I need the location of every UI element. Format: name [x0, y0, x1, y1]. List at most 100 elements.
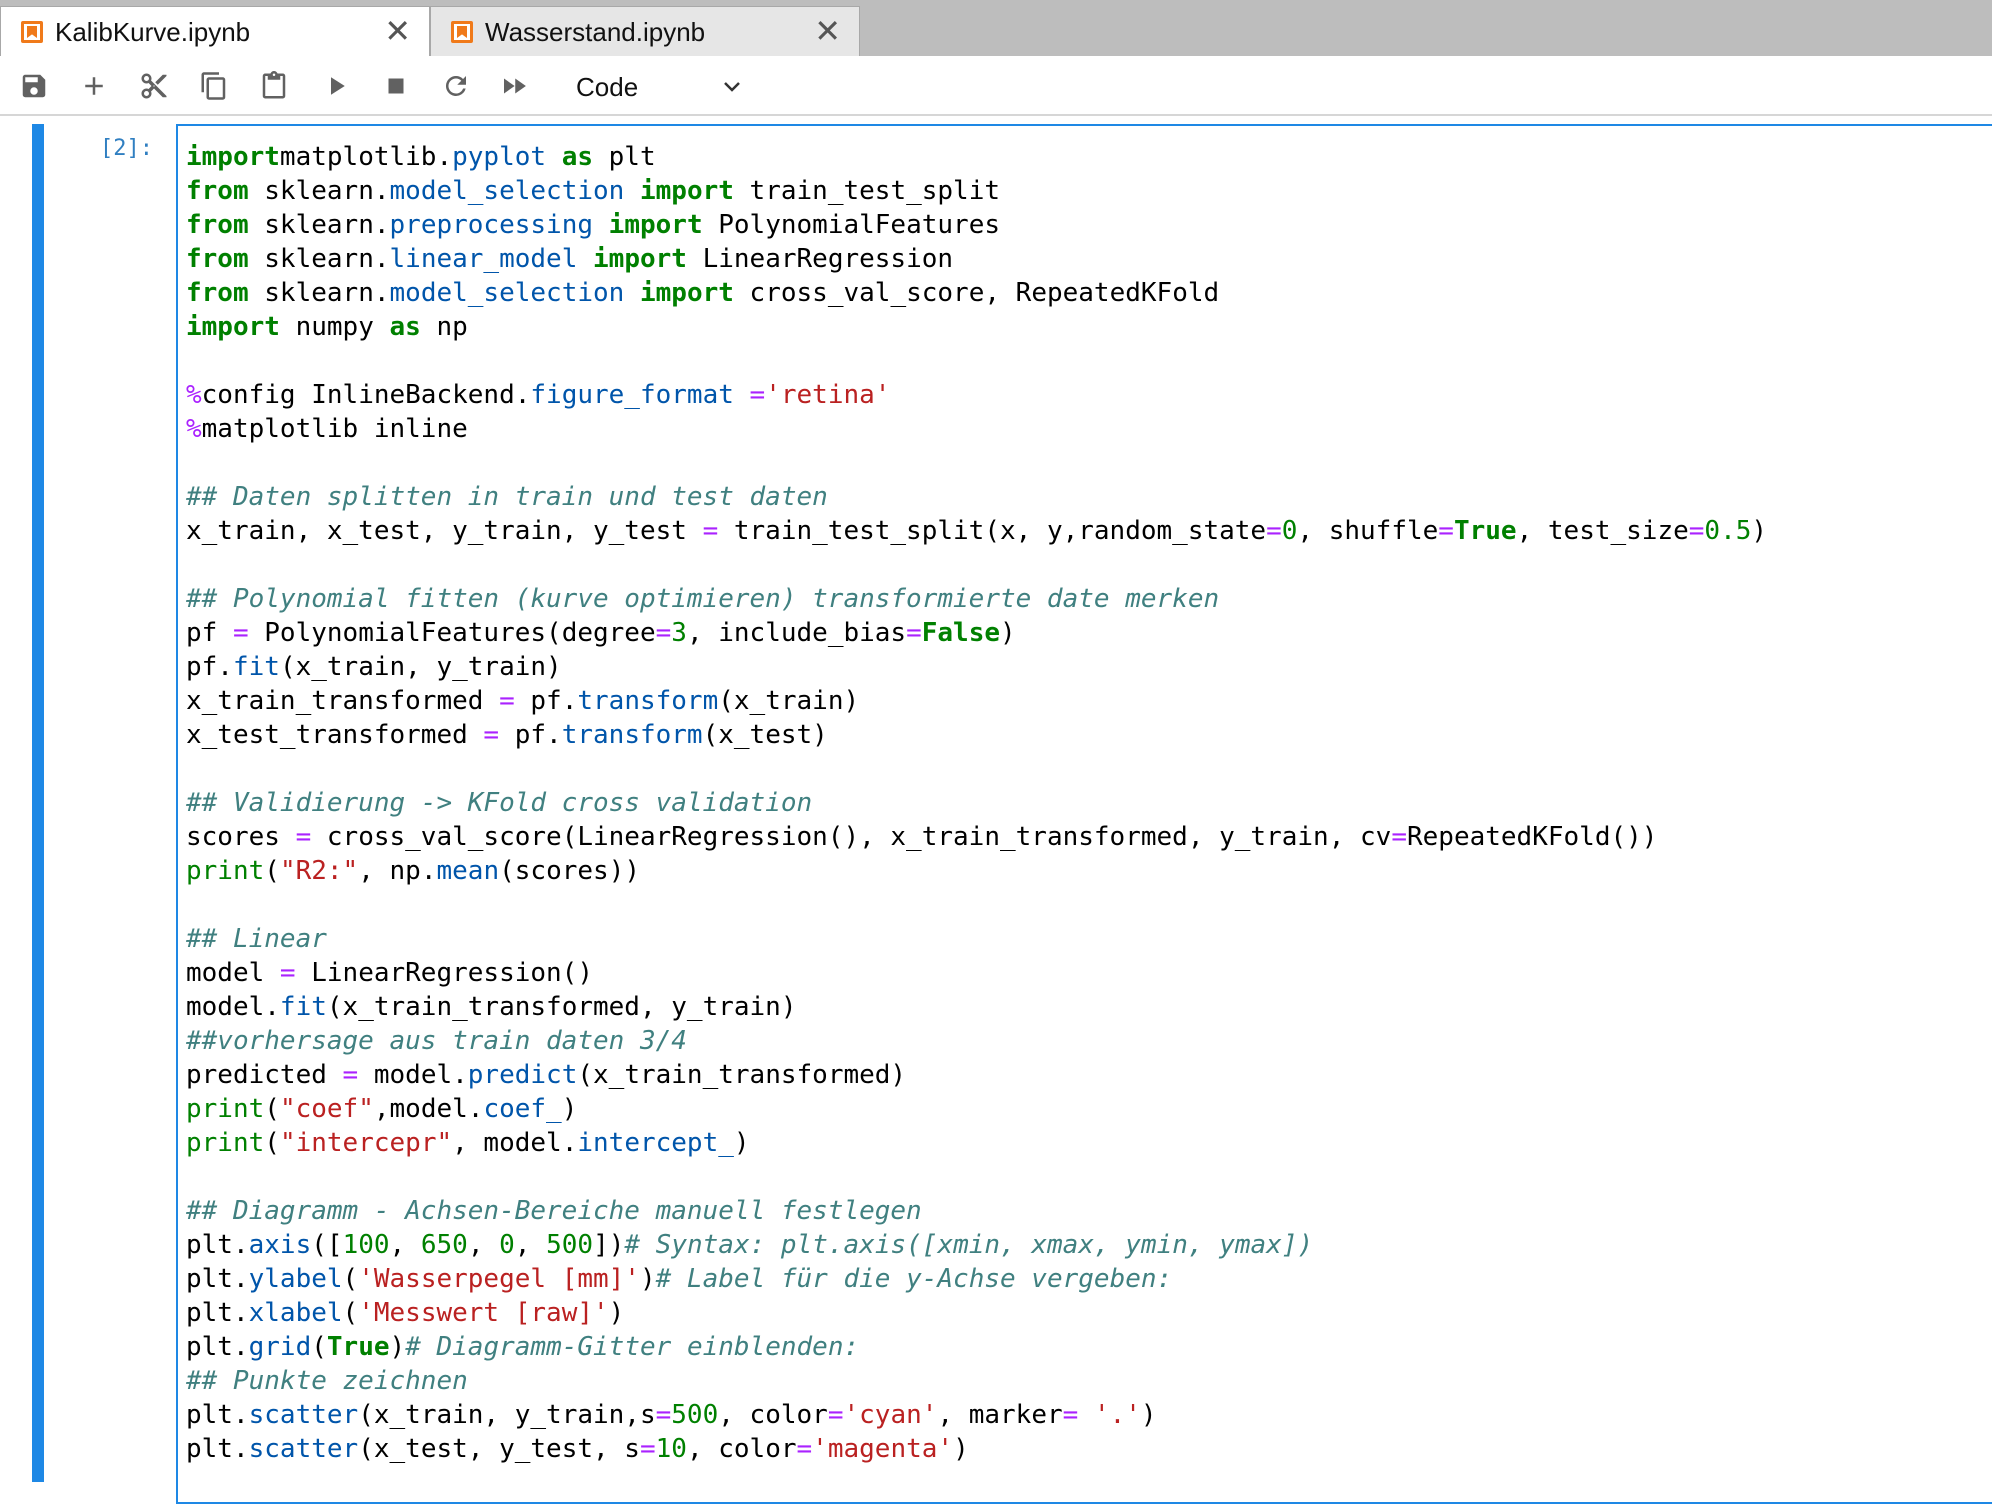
restart-button[interactable]	[440, 70, 472, 102]
code-line[interactable]: from sklearn.model_selection import cros…	[186, 276, 1767, 310]
code-line[interactable]: importmatplotlib.pyplot as plt	[186, 140, 1767, 174]
code-line[interactable]	[186, 752, 1767, 786]
code-line[interactable]: %config InlineBackend.figure_format ='re…	[186, 378, 1767, 412]
code-token: ])	[593, 1230, 625, 1260]
stop-button[interactable]	[380, 70, 412, 102]
code-token: LinearRegression	[686, 244, 954, 274]
code-line[interactable]: from sklearn.preprocessing import Polyno…	[186, 208, 1767, 242]
code-token: PolynomialFeatures	[702, 210, 1001, 240]
code-line[interactable]	[186, 344, 1767, 378]
code-token: ,model.	[373, 1094, 484, 1124]
code-token: )	[733, 1128, 750, 1158]
code-line[interactable]: model = LinearRegression()	[186, 956, 1767, 990]
code-token: )	[1000, 618, 1016, 648]
code-line[interactable]: plt.grid(True)# Diagramm-Gitter einblend…	[186, 1330, 1767, 1364]
tab-wasserstand[interactable]: Wasserstand.ipynb ✕	[430, 6, 860, 56]
cell-type-label: Code	[576, 72, 639, 102]
code-line[interactable]: plt.xlabel('Messwert [raw]')	[186, 1296, 1767, 1330]
code-line[interactable]: ## Punkte zeichnen	[186, 1364, 1767, 1398]
code-text[interactable]: importmatplotlib.pyplot as plt from sklea…	[186, 140, 1767, 1466]
code-token: 0	[1281, 516, 1298, 546]
code-line[interactable]: ## Diagramm - Achsen-Bereiche manuell fe…	[186, 1194, 1767, 1228]
code-line[interactable]: plt.axis([100, 650, 0, 500])# Syntax: pl…	[186, 1228, 1767, 1262]
code-token: plt.	[186, 1298, 249, 1328]
code-line[interactable]: model.fit(x_train_transformed, y_train)	[186, 990, 1767, 1024]
scissors-icon	[141, 73, 167, 99]
code-line[interactable]: x_test_transformed = pf.transform(x_test…	[186, 718, 1767, 752]
code-line[interactable]: from sklearn.model_selection import trai…	[186, 174, 1767, 208]
code-token: =	[749, 380, 766, 410]
code-token: )	[608, 1298, 625, 1328]
code-token: import	[608, 210, 703, 240]
code-line[interactable]: plt.scatter(x_train, y_train,s=500, colo…	[186, 1398, 1767, 1432]
code-line[interactable]: plt.scatter(x_test, y_test, s=10, color=…	[186, 1432, 1767, 1466]
code-token: (x_train, y_train,s	[358, 1400, 656, 1430]
cell-type-select[interactable]: Code	[560, 68, 750, 104]
code-line[interactable]	[186, 888, 1767, 922]
code-token: predict	[467, 1060, 578, 1090]
cut-button[interactable]	[138, 70, 170, 102]
code-line[interactable]: pf.fit(x_train, y_train)	[186, 650, 1767, 684]
tab-kalibkurve[interactable]: KalibKurve.ipynb ✕	[0, 6, 430, 56]
code-token: ## Diagramm - Achsen-Bereiche manuell fe…	[186, 1196, 922, 1226]
code-line[interactable]: predicted = model.predict(x_train_transf…	[186, 1058, 1767, 1092]
close-icon[interactable]: ✕	[384, 15, 411, 47]
code-token: 'cyan'	[843, 1400, 938, 1430]
code-token: "intercepr"	[279, 1128, 453, 1158]
code-line[interactable]: x_train, x_test, y_train, y_test = train…	[186, 514, 1767, 548]
copy-button[interactable]	[198, 70, 230, 102]
code-token: )	[639, 1264, 656, 1294]
code-line[interactable]: print("coef",model.coef_)	[186, 1092, 1767, 1126]
code-token: matplotlib.	[279, 142, 453, 172]
code-line[interactable]: x_train_transformed = pf.transform(x_tra…	[186, 684, 1767, 718]
code-token: =	[1062, 1400, 1079, 1430]
code-token: =	[1266, 516, 1282, 546]
code-token: (	[311, 1332, 327, 1362]
paste-icon	[262, 71, 286, 99]
code-token: transform	[577, 686, 719, 716]
code-token: pf.	[186, 652, 233, 682]
code-token: sklearn.	[248, 278, 390, 308]
code-line[interactable]: ## Validierung -> KFold cross validation	[186, 786, 1767, 820]
code-editor[interactable]: importmatplotlib.pyplot as plt from sklea…	[176, 124, 1992, 1504]
code-line[interactable]	[186, 548, 1767, 582]
code-token: intercept_	[577, 1128, 734, 1158]
code-line[interactable]: from sklearn.linear_model import LinearR…	[186, 242, 1767, 276]
code-line[interactable]: ## Daten splitten in train und test date…	[186, 480, 1767, 514]
code-token: grid	[248, 1332, 312, 1362]
code-line[interactable]	[186, 1160, 1767, 1194]
code-token: ## Polynomial fitten (kurve optimieren) …	[186, 584, 1220, 614]
code-token: plt.	[186, 1264, 249, 1294]
code-token: plt	[593, 142, 656, 172]
code-token: (	[264, 1128, 280, 1158]
code-token: True	[1453, 516, 1517, 546]
active-cell-indicator[interactable]	[32, 124, 44, 1482]
run-all-button[interactable]	[498, 70, 530, 102]
code-token: =	[796, 1434, 813, 1464]
close-icon[interactable]: ✕	[814, 15, 841, 47]
code-line[interactable]: plt.ylabel('Wasserpegel [mm]')# Label fü…	[186, 1262, 1767, 1296]
save-button[interactable]	[18, 70, 50, 102]
code-line[interactable]: %matplotlib inline	[186, 412, 1767, 446]
code-token: 3	[671, 618, 687, 648]
code-token: 100	[342, 1230, 390, 1260]
code-line[interactable]: pf = PolynomialFeatures(degree=3, includ…	[186, 616, 1767, 650]
code-line[interactable]: ##vorhersage aus train daten 3/4	[186, 1024, 1767, 1058]
code-line[interactable]: print("intercepr", model.intercept_)	[186, 1126, 1767, 1160]
code-token: sklearn.	[248, 210, 390, 240]
code-token: ([	[311, 1230, 343, 1260]
code-line[interactable]: ## Polynomial fitten (kurve optimieren) …	[186, 582, 1767, 616]
code-token: ,	[514, 1230, 547, 1260]
code-line[interactable]: print("R2:", np.mean(scores))	[186, 854, 1767, 888]
code-line[interactable]: scores = cross_val_score(LinearRegressio…	[186, 820, 1767, 854]
code-token: print	[186, 1094, 265, 1124]
code-line[interactable]: ## Linear	[186, 922, 1767, 956]
code-token: 'retina'	[765, 380, 891, 410]
code-line[interactable]	[186, 446, 1767, 480]
add-cell-button[interactable]	[78, 70, 110, 102]
run-button[interactable]	[320, 70, 352, 102]
code-token: print	[186, 856, 265, 886]
code-line[interactable]: import numpy as np	[186, 310, 1767, 344]
code-token: fit	[232, 652, 280, 682]
paste-button[interactable]	[258, 70, 290, 102]
